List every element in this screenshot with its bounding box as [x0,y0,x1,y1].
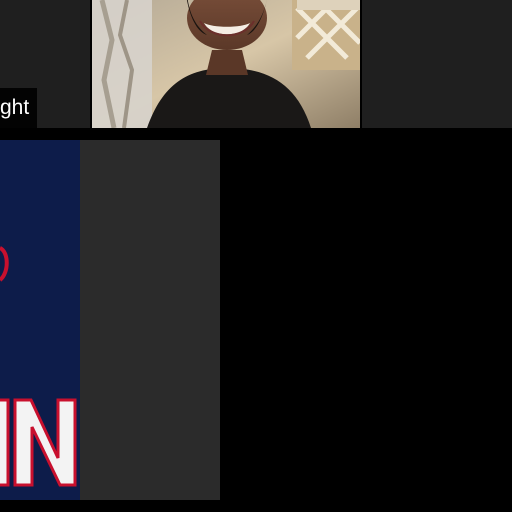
participant-tile-top-right[interactable] [362,0,512,128]
shared-screen-tile[interactable] [0,140,80,500]
participant-name-label: ght [0,88,38,128]
participant-tile-top-left[interactable]: ght [0,0,90,128]
lattice-decor [292,0,360,70]
video-gallery: ght [0,0,512,512]
left-wall-pattern [92,0,152,128]
participant-video-tile[interactable] [92,0,360,128]
participant-name-text: ght [0,96,30,119]
participant-video-frame [92,0,360,128]
participant-tile-empty[interactable] [80,140,220,500]
empty-gallery-area [220,140,512,512]
shared-screen-content [0,140,80,500]
